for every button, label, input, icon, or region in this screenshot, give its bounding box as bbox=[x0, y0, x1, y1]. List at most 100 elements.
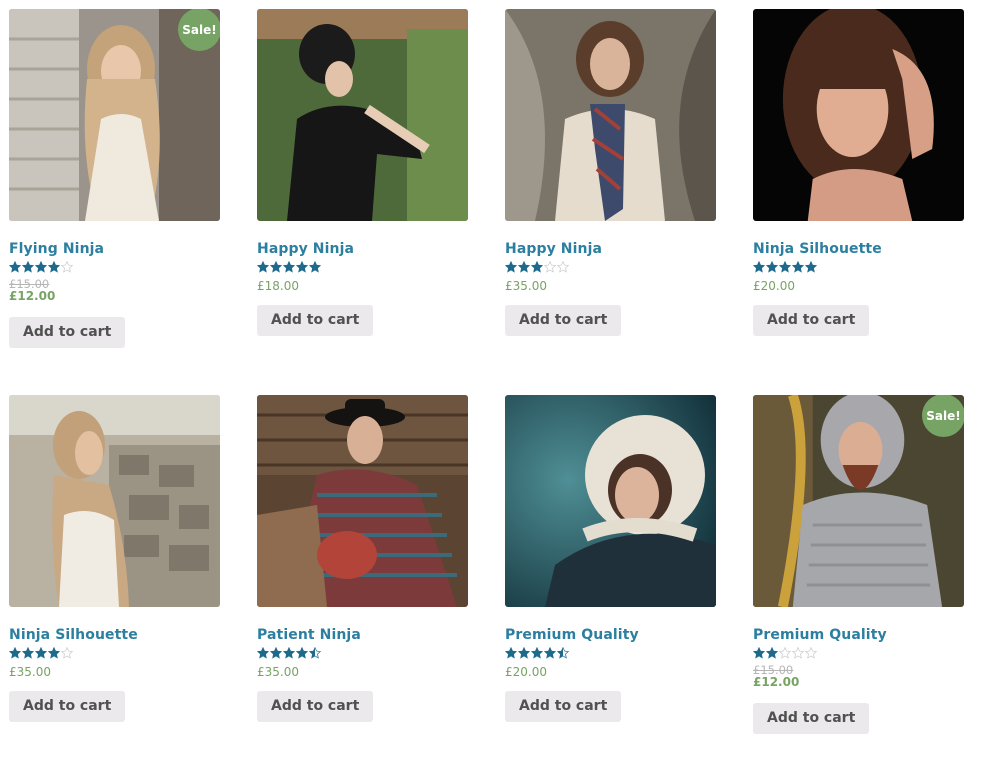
star-icon bbox=[557, 647, 569, 659]
star-rating bbox=[505, 261, 716, 275]
product-price: £35.00 bbox=[257, 664, 468, 680]
sale-price: £12.00 bbox=[9, 289, 56, 303]
product-title[interactable]: Patient Ninja bbox=[257, 626, 468, 644]
star-icon bbox=[779, 261, 791, 273]
star-icon bbox=[766, 261, 778, 273]
star-icon bbox=[544, 261, 556, 273]
star-rating bbox=[505, 647, 716, 661]
star-icon bbox=[805, 647, 817, 659]
star-icon bbox=[309, 647, 321, 659]
star-icon bbox=[9, 647, 21, 659]
sale-badge: Sale! bbox=[178, 9, 220, 51]
star-icon bbox=[505, 647, 517, 659]
star-icon bbox=[270, 647, 282, 659]
product-title[interactable]: Premium Quality bbox=[753, 626, 965, 644]
product-image[interactable] bbox=[257, 9, 468, 221]
price: £35.00 bbox=[9, 665, 51, 679]
star-icon bbox=[296, 647, 308, 659]
add-to-cart-button[interactable]: Add to cart bbox=[257, 305, 374, 336]
star-rating bbox=[9, 647, 220, 661]
price: £35.00 bbox=[257, 665, 299, 679]
star-icon bbox=[792, 647, 804, 659]
add-to-cart-button[interactable]: Add to cart bbox=[9, 317, 126, 348]
sale-badge: Sale! bbox=[922, 395, 964, 437]
product-image[interactable] bbox=[9, 395, 220, 607]
star-icon bbox=[270, 261, 282, 273]
product-price: £18.00 bbox=[257, 278, 468, 294]
sale-price: £12.00 bbox=[753, 675, 800, 689]
product-image[interactable] bbox=[753, 9, 964, 221]
product-price: £35.00 bbox=[505, 278, 716, 294]
star-icon bbox=[283, 261, 295, 273]
product-photo bbox=[753, 9, 964, 221]
price: £35.00 bbox=[505, 279, 547, 293]
product-card: Ninja Silhouette £35.00 Add to cart bbox=[9, 395, 220, 781]
price: £20.00 bbox=[753, 279, 795, 293]
product-card: Sale! Flying Ninja £15.00 £12.00 Add to … bbox=[9, 9, 220, 395]
add-to-cart-button[interactable]: Add to cart bbox=[9, 691, 126, 722]
star-icon bbox=[35, 647, 47, 659]
star-icon bbox=[22, 261, 34, 273]
product-title[interactable]: Premium Quality bbox=[505, 626, 716, 644]
star-icon bbox=[257, 261, 269, 273]
star-icon bbox=[35, 261, 47, 273]
star-icon bbox=[544, 647, 556, 659]
product-card: Premium Quality £20.00 Add to cart bbox=[505, 395, 716, 781]
star-icon bbox=[283, 647, 295, 659]
product-title[interactable]: Happy Ninja bbox=[257, 240, 468, 258]
product-price: £35.00 bbox=[9, 664, 220, 680]
star-rating bbox=[257, 647, 468, 661]
product-price: £20.00 bbox=[753, 278, 965, 294]
star-icon bbox=[531, 261, 543, 273]
product-image[interactable]: Sale! bbox=[753, 395, 964, 607]
product-photo bbox=[257, 9, 468, 221]
star-icon bbox=[22, 647, 34, 659]
product-card: Sale! Premium Quality £15.00 £12.00 Add … bbox=[753, 395, 965, 781]
product-photo bbox=[9, 395, 220, 607]
star-rating bbox=[753, 261, 965, 275]
product-title[interactable]: Ninja Silhouette bbox=[9, 626, 220, 644]
add-to-cart-button[interactable]: Add to cart bbox=[505, 305, 622, 336]
product-image[interactable]: Sale! bbox=[9, 9, 220, 221]
star-icon bbox=[805, 261, 817, 273]
star-icon bbox=[792, 261, 804, 273]
product-image[interactable] bbox=[257, 395, 468, 607]
product-price: £15.00 £12.00 bbox=[9, 278, 220, 303]
star-icon bbox=[61, 647, 73, 659]
star-icon bbox=[557, 261, 569, 273]
star-icon bbox=[779, 647, 791, 659]
star-icon bbox=[753, 647, 765, 659]
price: £20.00 bbox=[505, 665, 547, 679]
product-card: Ninja Silhouette £20.00 Add to cart bbox=[753, 9, 965, 395]
product-title[interactable]: Happy Ninja bbox=[505, 240, 716, 258]
star-rating bbox=[257, 261, 468, 275]
star-icon bbox=[61, 261, 73, 273]
product-card: Happy Ninja £35.00 Add to cart bbox=[505, 9, 716, 395]
product-photo bbox=[505, 395, 716, 607]
add-to-cart-button[interactable]: Add to cart bbox=[753, 305, 870, 336]
star-icon bbox=[9, 261, 21, 273]
product-card: Happy Ninja £18.00 Add to cart bbox=[257, 9, 468, 395]
star-rating bbox=[753, 647, 965, 661]
star-icon bbox=[505, 261, 517, 273]
price: £18.00 bbox=[257, 279, 299, 293]
product-photo bbox=[257, 395, 468, 607]
product-price: £20.00 bbox=[505, 664, 716, 680]
product-card: Patient Ninja £35.00 Add to cart bbox=[257, 395, 468, 781]
star-icon bbox=[257, 647, 269, 659]
star-icon bbox=[48, 261, 60, 273]
add-to-cart-button[interactable]: Add to cart bbox=[753, 703, 870, 734]
product-image[interactable] bbox=[505, 395, 716, 607]
star-icon bbox=[766, 647, 778, 659]
product-photo bbox=[505, 9, 716, 221]
star-icon bbox=[753, 261, 765, 273]
product-title[interactable]: Ninja Silhouette bbox=[753, 240, 965, 258]
product-grid: Sale! Flying Ninja £15.00 £12.00 Add to … bbox=[9, 9, 981, 781]
product-image[interactable] bbox=[505, 9, 716, 221]
product-price: £15.00 £12.00 bbox=[753, 664, 965, 689]
add-to-cart-button[interactable]: Add to cart bbox=[257, 691, 374, 722]
star-icon bbox=[518, 647, 530, 659]
product-title[interactable]: Flying Ninja bbox=[9, 240, 220, 258]
star-icon bbox=[518, 261, 530, 273]
add-to-cart-button[interactable]: Add to cart bbox=[505, 691, 622, 722]
